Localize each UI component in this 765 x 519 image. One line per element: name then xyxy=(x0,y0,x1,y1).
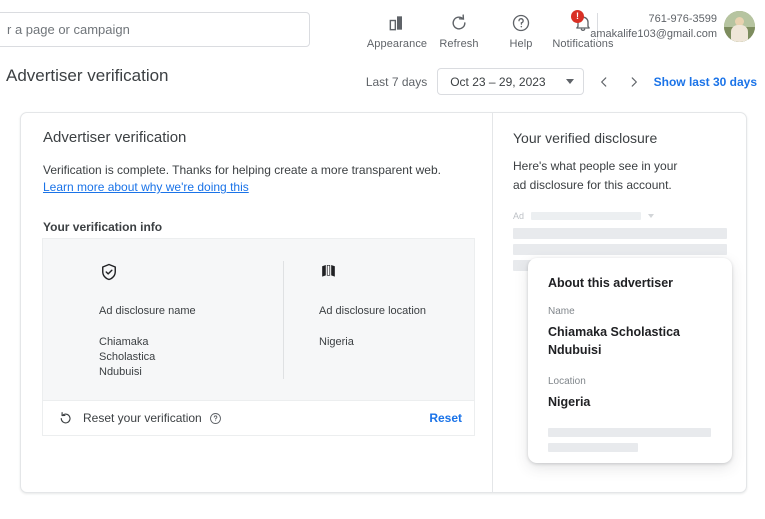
search-box[interactable] xyxy=(0,12,310,47)
about-card-placeholder-2 xyxy=(548,443,638,453)
info-column-divider xyxy=(283,261,284,379)
refresh-icon xyxy=(448,12,470,34)
restore-icon xyxy=(58,410,74,426)
info-value-name: Chiamaka Scholastica Ndubuisi xyxy=(99,335,156,378)
verification-description: Verification is complete. Thanks for hel… xyxy=(43,163,441,177)
account-email: amakalife103@gmail.com xyxy=(590,27,717,40)
shield-check-icon xyxy=(99,262,249,284)
about-advertiser-card: About this advertiser Name Chiamaka Scho… xyxy=(528,258,732,463)
disclosure-description: Here's what people see in your ad disclo… xyxy=(513,159,678,192)
about-card-location-key: Location xyxy=(548,375,586,387)
about-card-name-value: Chiamaka Scholastica Ndubuisi xyxy=(548,325,681,357)
verification-info-box: Ad disclosure name Chiamaka Scholastica … xyxy=(42,238,475,401)
appearance-icon xyxy=(386,12,408,34)
about-card-name-key: Name xyxy=(548,306,575,317)
reset-verification-row: Reset your verification Reset xyxy=(42,401,475,436)
about-card-location-value: Nigeria xyxy=(548,394,591,409)
help-icon xyxy=(510,12,532,34)
nav-label-refresh: Refresh xyxy=(439,38,479,50)
help-circle-icon[interactable] xyxy=(209,412,222,425)
info-column-location: Ad disclosure location Nigeria xyxy=(319,262,429,350)
map-icon xyxy=(319,262,429,284)
account-text: 761-976-3599 amakalife103@gmail.com xyxy=(590,12,717,42)
next-period-button[interactable] xyxy=(624,71,644,93)
about-card-title: About this advertiser xyxy=(548,276,674,290)
chevron-down-icon xyxy=(565,79,574,84)
top-nav: Appearance Refresh Help ! Notifications xyxy=(366,6,614,50)
info-label-location: Ad disclosure location xyxy=(319,305,427,317)
info-label-name: Ad disclosure name xyxy=(99,305,196,317)
date-range-label: Last 7 days xyxy=(365,74,428,89)
nav-label-help: Help xyxy=(509,38,533,50)
verification-info-heading: Your verification info xyxy=(43,220,163,234)
date-range-value: Oct 23 – 29, 2023 xyxy=(450,74,546,89)
info-value-location: Nigeria xyxy=(319,335,354,348)
learn-more-link[interactable]: Learn more about why we're doing this xyxy=(43,180,249,194)
avatar[interactable] xyxy=(724,11,755,42)
ad-url-placeholder xyxy=(531,212,642,220)
chevron-down-icon xyxy=(648,214,655,218)
reset-button[interactable]: Reset xyxy=(429,411,462,425)
ad-label: Ad xyxy=(513,211,525,221)
account-block[interactable]: 761-976-3599 amakalife103@gmail.com xyxy=(590,11,755,42)
ad-preview-header: Ad xyxy=(513,211,741,221)
verification-panel-title: Advertiser verification xyxy=(43,129,187,146)
about-card-placeholder-1 xyxy=(548,428,711,438)
nav-item-refresh[interactable]: Refresh xyxy=(428,6,490,50)
reset-verification-label: Reset your verification xyxy=(83,411,202,425)
date-range-controls: Last 7 days Oct 23 – 29, 2023 Show last … xyxy=(366,68,757,95)
info-column-name: Ad disclosure name Chiamaka Scholastica … xyxy=(99,262,249,379)
nav-item-appearance[interactable]: Appearance xyxy=(366,6,428,50)
disclosure-panel-title: Your verified disclosure xyxy=(513,130,658,146)
nav-label-appearance: Appearance xyxy=(366,38,428,50)
account-phone: 761-976-3599 xyxy=(648,12,717,25)
search-input[interactable] xyxy=(0,12,309,47)
page-header: Advertiser verification Last 7 days Oct … xyxy=(0,56,765,101)
top-bar: Appearance Refresh Help xyxy=(0,0,765,56)
notification-badge: ! xyxy=(571,10,584,23)
nav-item-help[interactable]: Help xyxy=(490,6,552,50)
ad-headline-placeholder xyxy=(513,228,727,239)
prev-period-button[interactable] xyxy=(594,71,614,93)
date-range-selector[interactable]: Oct 23 – 29, 2023 xyxy=(437,68,584,95)
page-title: Advertiser verification xyxy=(6,66,169,85)
verification-panel: Advertiser verification Verification is … xyxy=(21,113,492,492)
show-last-30-days-link[interactable]: Show last 30 days xyxy=(654,75,757,89)
ad-body-placeholder-1 xyxy=(513,244,727,255)
